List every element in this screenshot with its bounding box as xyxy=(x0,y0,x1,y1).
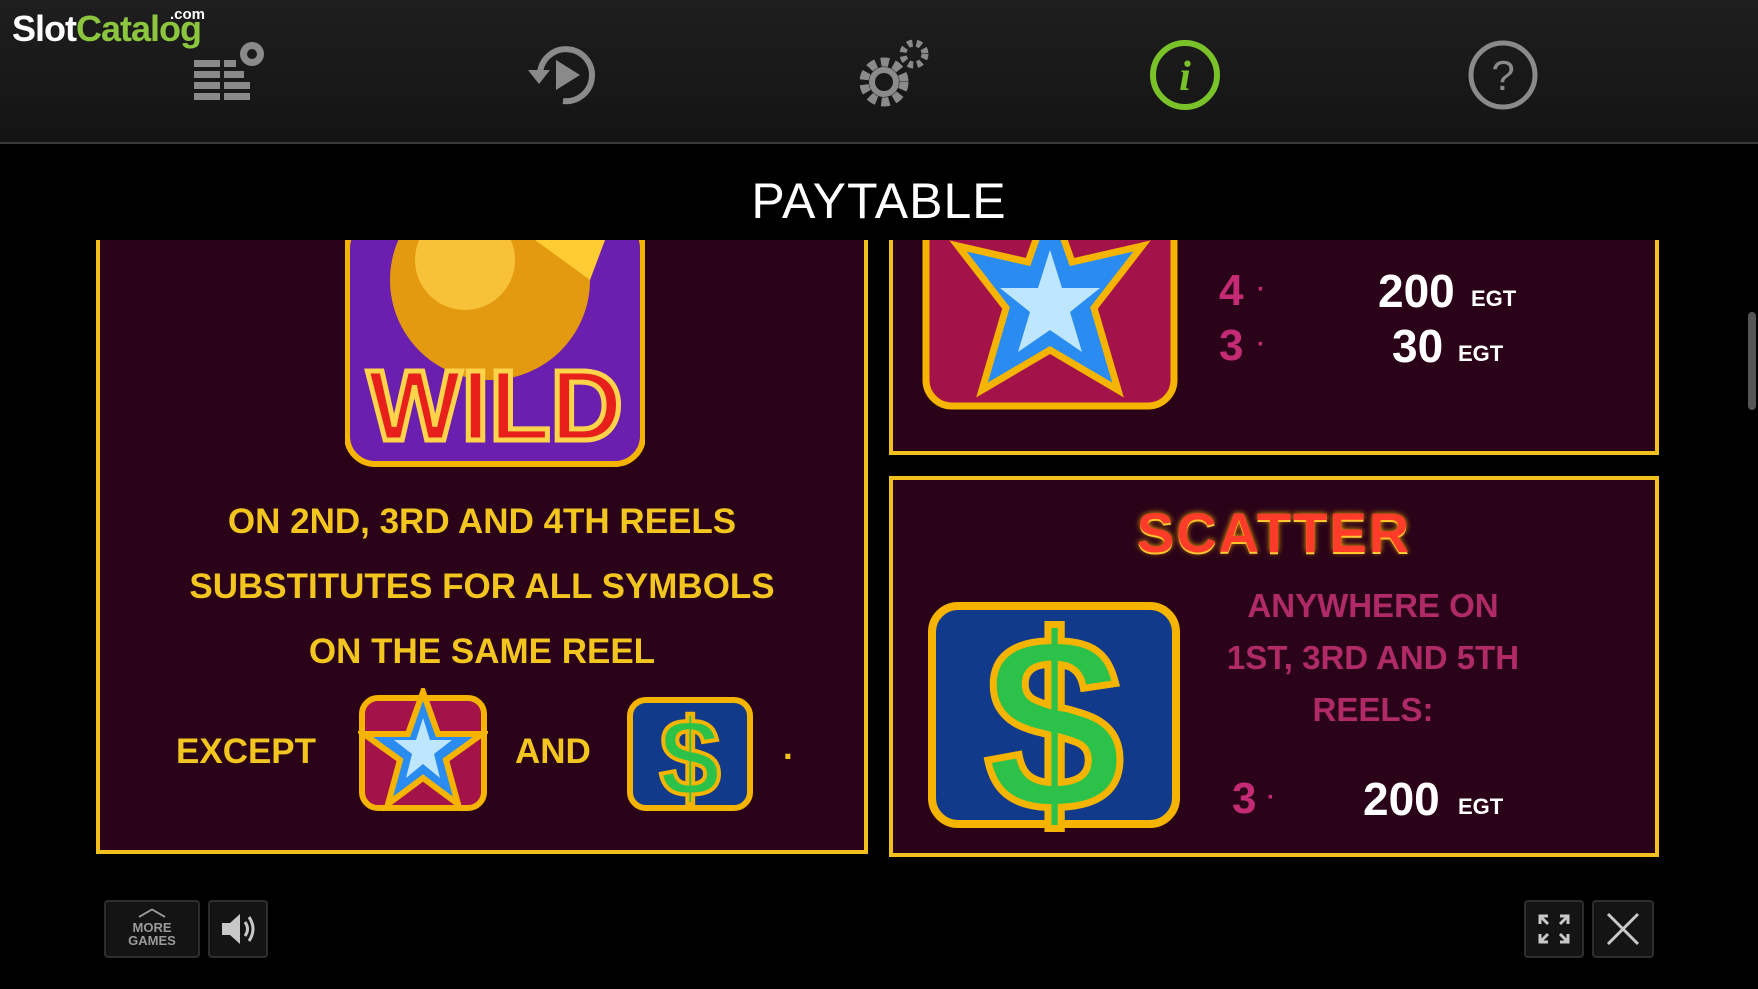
wild-desc-line2: SUBSTITUTES FOR ALL SYMBOLS xyxy=(189,567,775,606)
dollar-symbol: $ xyxy=(926,581,1182,853)
autoplay-icon[interactable] xyxy=(518,30,608,120)
star-symbol xyxy=(922,240,1178,412)
payout-currency: EGT xyxy=(1458,341,1504,366)
except-label: EXCEPT xyxy=(176,732,317,771)
bet-settings-icon[interactable] xyxy=(186,30,276,120)
scatter-title: SCATTER xyxy=(1136,501,1412,564)
svg-text:WILD: WILD xyxy=(367,350,622,462)
more-games-label-line2: GAMES xyxy=(128,933,176,948)
wild-desc-line1: ON 2ND, 3RD AND 4TH REELS xyxy=(227,502,737,541)
fullscreen-icon xyxy=(1538,914,1570,944)
payout-currency: EGT xyxy=(1458,794,1504,819)
scrollbar[interactable] xyxy=(1748,312,1756,410)
payout-dot: · xyxy=(1257,331,1265,358)
star-paytable-panel: 4 · 200 EGT 3 · 30 EGT xyxy=(889,240,1659,455)
top-toolbar: SlotCatalog .com i ? xyxy=(0,0,1758,144)
close-icon xyxy=(1606,912,1640,946)
close-button[interactable] xyxy=(1592,900,1654,958)
sound-button[interactable] xyxy=(208,900,268,958)
payout-count: 3 xyxy=(1232,774,1257,823)
and-label: AND xyxy=(515,732,591,771)
page-title: PAYTABLE xyxy=(751,173,1007,229)
svg-text:i: i xyxy=(1179,54,1191,100)
payout-amount: 30 xyxy=(1392,320,1444,372)
wild-panel: WILD ON 2ND, 3RD AND 4TH REELS SUBSTITUT… xyxy=(96,240,868,854)
period-label: . xyxy=(783,728,793,767)
dollar-symbol-small: $ xyxy=(626,692,754,822)
scatter-desc-line3: REELS: xyxy=(1312,691,1434,728)
payout-amount: 200 xyxy=(1363,773,1440,825)
fullscreen-button[interactable] xyxy=(1524,900,1584,958)
star-symbol-small xyxy=(354,683,492,812)
more-games-button[interactable]: MORE GAMES xyxy=(104,900,200,958)
payout-currency: EGT xyxy=(1471,286,1517,311)
scatter-desc-line1: ANYWHERE ON xyxy=(1247,587,1499,624)
wild-symbol: WILD xyxy=(344,240,646,468)
payout-dot: · xyxy=(1267,784,1275,811)
help-icon[interactable]: ? xyxy=(1458,30,1548,120)
wild-desc-line3: ON THE SAME REEL xyxy=(308,632,656,671)
payout-count: 3 xyxy=(1219,321,1244,370)
settings-icon[interactable] xyxy=(848,30,938,120)
scatter-desc-line2: 1ST, 3RD AND 5TH xyxy=(1226,639,1520,676)
svg-text:$: $ xyxy=(659,697,720,812)
brand-logo: SlotCatalog .com xyxy=(12,6,206,49)
payout-count: 4 xyxy=(1219,266,1244,315)
scatter-paytable-panel: SCATTER $ ANYWHERE ON 1ST, 3RD AND 5TH R… xyxy=(889,476,1659,857)
speaker-icon xyxy=(222,914,255,944)
info-icon[interactable]: i xyxy=(1140,30,1230,120)
payout-amount: 200 xyxy=(1378,265,1455,317)
payout-dot: · xyxy=(1257,276,1265,303)
svg-text:?: ? xyxy=(1491,52,1514,99)
svg-text:$: $ xyxy=(984,588,1123,832)
